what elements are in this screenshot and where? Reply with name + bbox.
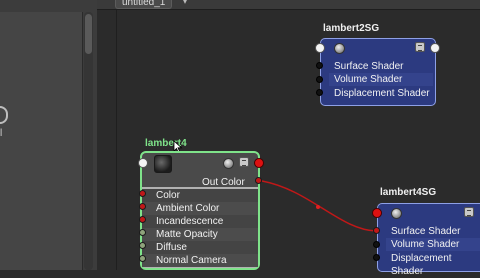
lambert4-output-outcolor[interactable]: Out Color [202, 176, 245, 189]
port-normal-camera[interactable] [139, 255, 146, 262]
lambert4-row-ambient[interactable]: Ambient Color [156, 202, 219, 215]
port-color[interactable] [139, 190, 146, 197]
lambert4sg-input-port[interactable] [372, 208, 382, 218]
port-ambient[interactable] [139, 203, 146, 210]
lambert2sg-title[interactable]: lambert2SG [323, 23, 379, 34]
lambert4-output-port[interactable] [254, 158, 264, 168]
port-volume[interactable] [373, 241, 380, 248]
render-sphere-icon[interactable] [223, 158, 234, 169]
lambert4-node[interactable]: Out Color Color Ambient Color Incandesce… [140, 151, 260, 270]
lambert4-input-port[interactable] [138, 158, 148, 168]
lambert4-row-color[interactable]: Color [156, 189, 180, 202]
port-diffuse[interactable] [139, 242, 146, 249]
port-displacement[interactable] [316, 89, 323, 96]
port-incandescence[interactable] [139, 216, 146, 223]
port-surface[interactable] [316, 62, 323, 69]
render-sphere-icon[interactable] [391, 208, 402, 219]
render-sphere-icon[interactable] [334, 43, 345, 54]
lambert2sg-row-displacement[interactable]: Displacement Shader [334, 87, 430, 100]
attribute-list-icon[interactable] [239, 157, 249, 167]
lambert2sg-row-volume[interactable]: Volume Shader [334, 73, 402, 86]
attribute-list-icon[interactable] [415, 42, 425, 52]
lambert4-row-incandescence[interactable]: Incandescence [156, 215, 223, 228]
attribute-list-icon[interactable] [464, 207, 474, 217]
lambert4-row-matte-opacity[interactable]: Matte Opacity [156, 228, 218, 241]
port-volume[interactable] [316, 76, 323, 83]
port-displacement[interactable] [373, 254, 380, 261]
lambert2sg-row-surface[interactable]: Surface Shader [334, 60, 404, 73]
port-matte-opacity[interactable] [139, 229, 146, 236]
lambert4sg-node[interactable]: Surface Shader Volume Shader Displacemen… [377, 203, 480, 277]
lambert2sg-node[interactable]: Surface Shader Volume Shader Displacemen… [320, 38, 436, 106]
lambert4-row-normal-camera[interactable]: Normal Camera [156, 254, 227, 267]
material-swatch[interactable] [154, 155, 172, 173]
connection-midpoint[interactable] [316, 205, 320, 209]
lambert4sg-row-surface[interactable]: Surface Shader [391, 225, 461, 238]
port-outcolor[interactable] [255, 177, 262, 184]
lambert4sg-row-volume[interactable]: Volume Shader [391, 238, 459, 251]
lambert4sg-row-displacement[interactable]: Displacement Shader [391, 252, 480, 277]
lambert2sg-input-port[interactable] [315, 43, 325, 53]
lambert2sg-output-port[interactable] [430, 43, 440, 53]
lambert4-row-diffuse[interactable]: Diffuse [156, 241, 187, 254]
port-surface[interactable] [373, 227, 380, 234]
lambert4sg-title[interactable]: lambert4SG [380, 187, 436, 198]
